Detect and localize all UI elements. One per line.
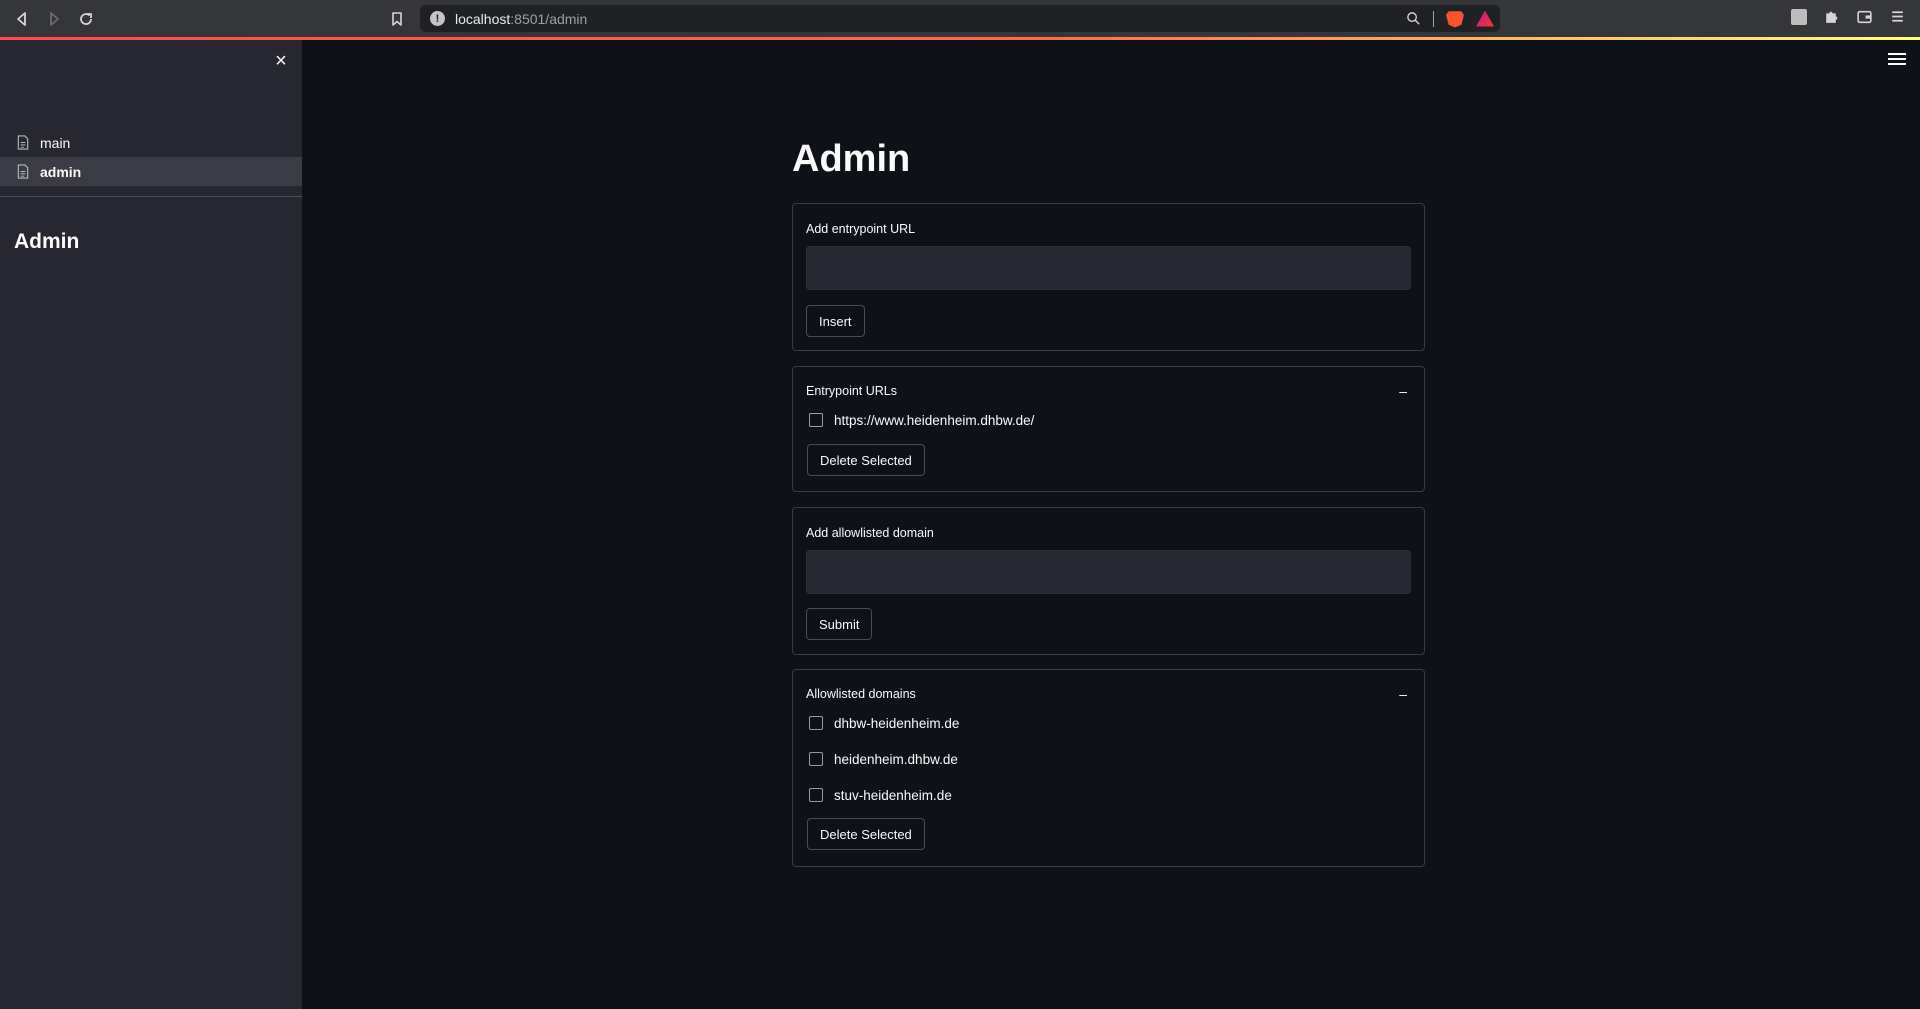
document-icon [17, 164, 29, 179]
sidebar-divider [0, 196, 302, 197]
sidebar-nav: main admin [0, 128, 302, 186]
delete-selected-entrypoints-button[interactable]: Delete Selected [807, 444, 925, 476]
checkbox-label: dhbw-heidenheim.de [834, 715, 960, 731]
checkbox-label: heidenheim.dhbw.de [834, 751, 958, 767]
expander-header[interactable]: Entrypoint URLs – [806, 381, 1411, 401]
app-menu-button[interactable] [1888, 50, 1906, 68]
page-title: Admin [792, 138, 911, 180]
back-icon [17, 12, 26, 26]
browser-menu-icon[interactable] [1889, 8, 1906, 25]
expander-title: Entrypoint URLs [806, 384, 898, 398]
checkbox[interactable] [809, 413, 823, 427]
submit-button[interactable]: Submit [806, 608, 873, 640]
sidebar-title: Admin [14, 230, 80, 253]
extension-area [1791, 8, 1906, 25]
expander-header[interactable]: Allowlisted domains – [806, 684, 1411, 704]
address-divider [1433, 10, 1434, 27]
collapse-icon: – [1399, 686, 1407, 702]
domain-checkbox-row[interactable]: heidenheim.dhbw.de [809, 749, 958, 769]
back-button[interactable] [11, 8, 33, 30]
checkbox[interactable] [809, 788, 823, 802]
reload-icon [80, 13, 92, 25]
sidebar-item-label: admin [40, 163, 82, 180]
checkbox-label: stuv-heidenheim.de [834, 787, 952, 803]
url-host: localhost [455, 10, 511, 27]
sidebar-item-label: main [40, 134, 71, 151]
site-info-icon[interactable]: ! [430, 11, 445, 26]
entrypoint-checkbox-row[interactable]: https://www.heidenheim.dhbw.de/ [809, 410, 1034, 430]
close-sidebar-button[interactable]: × [270, 50, 292, 72]
wallet-icon[interactable] [1856, 8, 1873, 25]
delete-selected-domains-button[interactable]: Delete Selected [807, 818, 925, 850]
entrypoint-urls-expander: Entrypoint URLs – https://www.heidenheim… [792, 366, 1425, 492]
puzzle-icon[interactable] [1823, 8, 1840, 25]
sidebar: × main admin Admin [0, 40, 302, 1009]
domain-label: Add allowlisted domain [806, 526, 934, 540]
forward-button[interactable] [43, 8, 65, 30]
document-icon [17, 135, 29, 150]
address-bar[interactable]: ! localhost:8501/admin 1 1 [420, 5, 1500, 32]
domain-checkbox-row[interactable]: stuv-heidenheim.de [809, 785, 952, 805]
extension-icon[interactable] [1791, 8, 1807, 25]
zoom-icon[interactable] [1406, 11, 1421, 26]
domain-form: Add allowlisted domain Submit [792, 507, 1425, 655]
checkbox[interactable] [809, 752, 823, 766]
collapse-icon: – [1399, 383, 1407, 399]
browser-toolbar: ! localhost:8501/admin 1 1 [0, 0, 1920, 37]
address-bar-tools: 1 1 [1406, 7, 1494, 30]
domain-input[interactable] [806, 550, 1411, 594]
entrypoint-url-label: Add entrypoint URL [806, 222, 916, 236]
entrypoint-url-input[interactable] [806, 246, 1411, 290]
shields-badge: 1 [1462, 11, 1464, 18]
brave-shields-icon[interactable]: 1 [1446, 11, 1464, 28]
domain-checkbox-row[interactable]: dhbw-heidenheim.de [809, 713, 959, 733]
brave-rewards-icon[interactable]: 1 [1476, 10, 1494, 27]
allowlisted-domains-expander: Allowlisted domains – dhbw-heidenheim.de… [792, 669, 1425, 867]
entrypoint-form: Add entrypoint URL Insert [792, 203, 1425, 351]
checkbox-label: https://www.heidenheim.dhbw.de/ [834, 412, 1035, 428]
close-icon: × [275, 49, 287, 72]
bookmark-icon [392, 12, 402, 26]
rewards-badge: 1 [1492, 10, 1494, 19]
reload-button[interactable] [75, 8, 97, 30]
sidebar-item-admin[interactable]: admin [0, 157, 302, 186]
bookmark-button[interactable] [386, 8, 408, 30]
sidebar-item-main[interactable]: main [0, 128, 302, 157]
checkbox[interactable] [809, 716, 823, 730]
forward-icon [50, 12, 59, 26]
insert-button[interactable]: Insert [806, 305, 865, 337]
expander-title: Allowlisted domains [806, 687, 916, 701]
url-path: :8501/admin [510, 10, 588, 27]
hamburger-icon [1888, 53, 1906, 65]
